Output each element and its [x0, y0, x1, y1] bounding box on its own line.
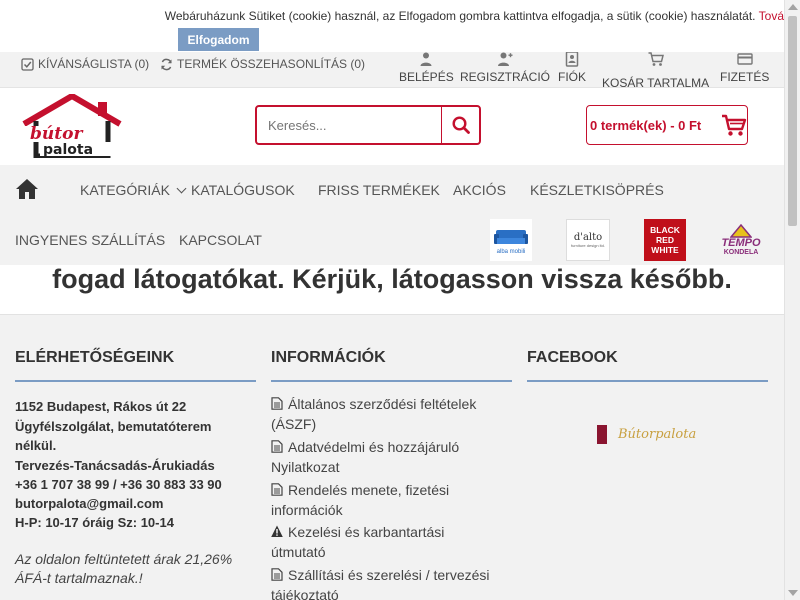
cart-icon	[648, 52, 664, 66]
facebook-title-underline	[527, 380, 768, 382]
brand-black-red-white[interactable]: BLACK RED WHITE	[644, 219, 686, 261]
maintenance-message: fogad látogatókat. Kérjük, látogasson vi…	[52, 264, 732, 294]
document-icon	[271, 568, 283, 581]
tempo-roof-icon	[730, 223, 752, 238]
account-icon	[565, 51, 579, 67]
cart-contents-link[interactable]: KOSÁR TARTALMA	[602, 51, 709, 90]
contact-line: Tervezés-Tanácsadás-Árukiadás	[15, 458, 215, 473]
info-link-privacy[interactable]: Adatvédelmi és hozzájáruló Nyilatkozat	[271, 437, 501, 477]
facebook-page-name: Bútorpalota	[618, 427, 697, 442]
search-input[interactable]	[257, 107, 441, 143]
nav-new-products[interactable]: FRISS TERMÉKEK	[318, 182, 440, 198]
contact-line: nélkül.	[15, 438, 57, 453]
nav-categories-label: KATEGÓRIÁK	[80, 182, 170, 198]
warning-icon	[271, 525, 283, 537]
info-link-care-label: Kezelési és karbantartási útmutató	[271, 524, 445, 560]
document-icon	[271, 397, 283, 410]
nav-clearance[interactable]: KÉSZLETKISÖPRÉS	[530, 182, 664, 198]
account-link[interactable]: FIÓK	[558, 51, 586, 84]
chevron-down-icon	[176, 183, 187, 194]
search-icon	[451, 116, 470, 134]
sofa-icon	[494, 229, 528, 244]
brand-kondela-label: KONDELA	[723, 248, 759, 256]
cookie-notice: Webáruházunk Sütiket (cookie) használ, a…	[0, 0, 784, 52]
search-button[interactable]	[441, 107, 479, 143]
cart-contents-label: KOSÁR TARTALMA	[602, 76, 710, 90]
logo-house-icon: bútor palota	[22, 93, 122, 159]
nav-categories[interactable]: KATEGÓRIÁK	[80, 182, 187, 198]
compare-label: TERMÉK ÖSSZEHASONLÍTÁS (0)	[177, 57, 366, 71]
contact-title: ELÉRHETŐSÉGEINK	[15, 349, 175, 366]
home-icon[interactable]	[15, 178, 39, 200]
facebook-page-logo	[597, 425, 607, 444]
site-logo[interactable]: bútor palota	[22, 93, 122, 159]
contact-address: 1152 Budapest, Rákos út 22	[15, 399, 187, 414]
brand-brw-label: BLACK RED WHITE	[650, 225, 680, 255]
register-label: REGISZTRÁCIÓ	[460, 70, 551, 84]
contact-email[interactable]: butorpalota@gmail.com	[15, 496, 163, 511]
user-icon	[420, 52, 432, 66]
contact-title-underline	[15, 380, 256, 382]
login-link[interactable]: BELÉPÉS	[399, 51, 454, 84]
checkbox-icon	[21, 57, 34, 71]
nav-free-shipping[interactable]: INGYENES SZÁLLÍTÁS	[15, 232, 165, 248]
info-link-delivery[interactable]: Szállítási és szerelési / tervezési tájé…	[271, 565, 501, 600]
info-link-care[interactable]: Kezelési és karbantartási útmutató	[271, 522, 501, 562]
brand-dalto[interactable]: d'alto furniture design ltd.	[566, 219, 610, 261]
account-label: FIÓK	[558, 70, 587, 84]
page-scrollbar[interactable]	[784, 0, 800, 600]
document-icon	[271, 440, 283, 453]
info-link-privacy-label: Adatvédelmi és hozzájáruló Nyilatkozat	[271, 439, 460, 475]
brand-dalto-tagline: furniture design ltd.	[570, 243, 606, 248]
nav-contact[interactable]: KAPCSOLAT	[179, 232, 262, 248]
search-box	[255, 105, 481, 145]
info-link-terms[interactable]: Általános szerződési feltételek (ÁSZF)	[271, 394, 501, 434]
svg-text:bútor: bútor	[30, 124, 83, 144]
info-link-ordering-label: Rendelés menete, fizetési információk	[271, 482, 450, 518]
cart-summary-text: 0 termék(ek) - 0 Ft	[590, 118, 702, 133]
nav-sale[interactable]: AKCIÓS	[453, 182, 506, 198]
brand-tempo-kondela[interactable]: TEMPO KONDELA	[718, 219, 764, 261]
checkout-link[interactable]: FIZETÉS	[720, 51, 769, 84]
info-title-underline	[271, 380, 512, 382]
credit-card-icon	[736, 53, 753, 65]
info-title: INFORMÁCIÓK	[271, 349, 386, 366]
document-icon	[271, 483, 283, 496]
brand-alba-mobili-label: alba mobili	[496, 248, 526, 255]
wishlist-label: KÍVÁNSÁGLISTA (0)	[38, 57, 150, 71]
info-link-delivery-label: Szállítási és szerelési / tervezési tájé…	[271, 567, 490, 600]
cart-summary-button[interactable]: 0 termék(ek) - 0 Ft	[586, 105, 748, 145]
cookie-more-link[interactable]: Tová	[759, 9, 784, 23]
add-user-icon	[498, 52, 513, 66]
vat-notice: ÁFÁ-t tartalmaznak.!	[15, 570, 143, 586]
vat-notice: Az oldalon feltüntetett árak 21,26%	[15, 551, 233, 567]
svg-text:palota: palota	[43, 142, 93, 158]
facebook-page-widget[interactable]: Bútorpalota	[597, 425, 696, 444]
refresh-icon	[161, 58, 172, 70]
brand-dalto-label: d'alto	[573, 232, 603, 243]
scroll-up-arrow-icon[interactable]	[788, 4, 798, 10]
brand-tempo-label: TEMPO	[721, 236, 761, 249]
info-link-ordering[interactable]: Rendelés menete, fizetési információk	[271, 480, 501, 520]
checkout-label: FIZETÉS	[720, 70, 770, 84]
shopping-cart-icon	[722, 114, 747, 136]
scroll-down-arrow-icon[interactable]	[788, 590, 798, 596]
wishlist-link[interactable]: KÍVÁNSÁGLISTA (0)	[21, 57, 149, 71]
login-label: BELÉPÉS	[399, 70, 454, 84]
register-link[interactable]: REGISZTRÁCIÓ	[460, 51, 550, 84]
compare-link[interactable]: TERMÉK ÖSSZEHASONLÍTÁS (0)	[160, 57, 365, 71]
contact-line: Ügyfélszolgálat, bemutatóterem	[15, 419, 212, 434]
cookie-accept-button[interactable]: Elfogadom	[178, 28, 259, 51]
contact-hours: H-P: 10-17 óráig Sz: 10-14	[15, 515, 174, 530]
scrollbar-thumb[interactable]	[788, 16, 797, 226]
cookie-text: Webáruházunk Sütiket (cookie) használ, a…	[164, 9, 784, 23]
info-link-terms-label: Általános szerződési feltételek (ÁSZF)	[271, 396, 477, 432]
nav-catalogs[interactable]: KATALÓGUSOK	[191, 182, 295, 198]
facebook-title: FACEBOOK	[527, 349, 618, 366]
brand-alba-mobili[interactable]: alba mobili	[490, 219, 532, 261]
contact-phone[interactable]: +36 1 707 38 99 / +36 30 883 33 90	[15, 477, 222, 492]
